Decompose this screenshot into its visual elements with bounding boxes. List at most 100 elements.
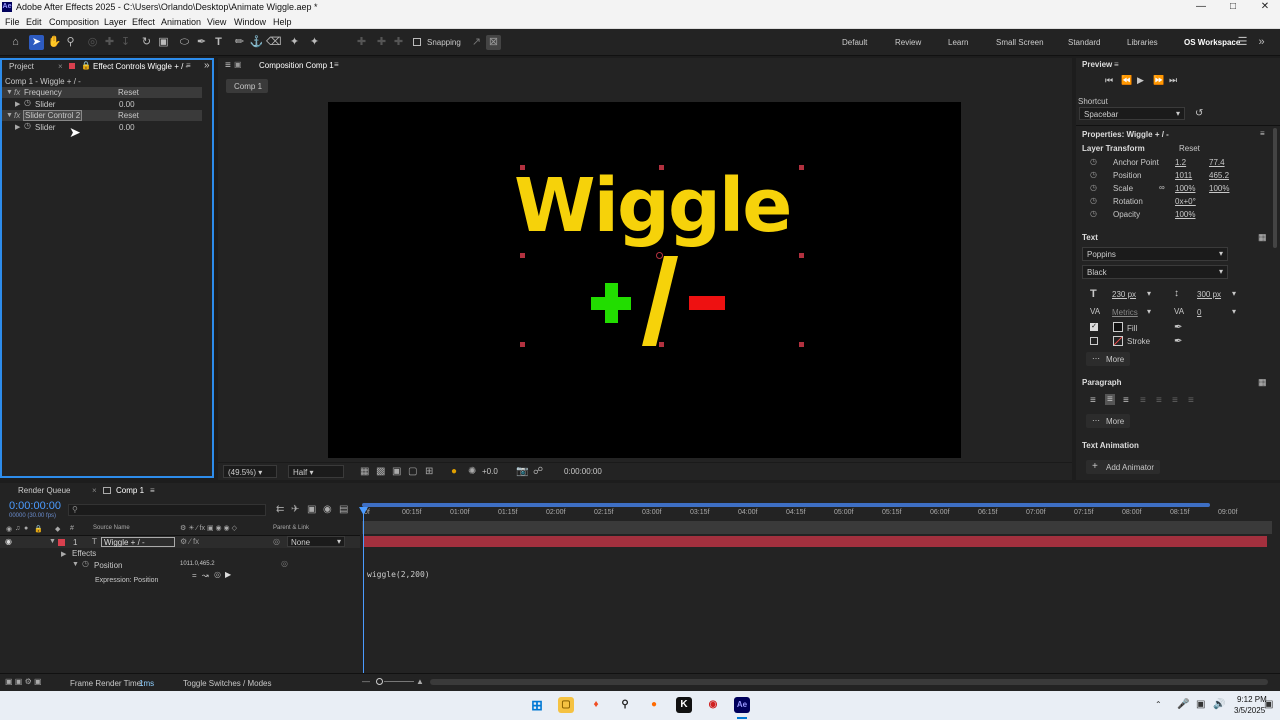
expand-panels-icon[interactable]: » [204, 60, 210, 71]
toggle-switches-modes[interactable]: Toggle Switches / Modes [183, 679, 272, 688]
next-frame-icon[interactable]: ⏩ [1153, 75, 1164, 86]
menu-layer[interactable]: Layer [104, 17, 127, 27]
region-of-interest-icon[interactable]: ▢ [408, 466, 417, 477]
layer-duration-bar[interactable] [364, 536, 1267, 547]
chevron-down-icon[interactable]: ▼ [6, 112, 13, 119]
mask-visibility-icon[interactable]: ▣ [392, 466, 401, 477]
work-area-bar[interactable] [362, 503, 1210, 507]
transform-handle[interactable] [520, 253, 525, 258]
workspace-learn[interactable]: Learn [948, 38, 968, 47]
viewer-timecode[interactable]: 0:00:00:00 [564, 467, 602, 476]
pan-camera-icon[interactable]: ✚ [102, 35, 117, 50]
position-prop-value[interactable]: 1011.0,465.2 [180, 561, 215, 567]
menu-file[interactable]: File [5, 17, 20, 27]
last-frame-icon[interactable]: ⏭ [1169, 75, 1177, 86]
panel-menu-icon[interactable]: ≡ [225, 60, 231, 71]
expression-graph-icon[interactable]: ↝ [202, 571, 209, 580]
font-style-dropdown[interactable]: Black ▾ [1082, 265, 1228, 279]
selection-tool-icon[interactable]: ➤ [29, 35, 44, 50]
zoom-slider-track[interactable] [384, 681, 414, 682]
snapshot-icon[interactable]: 📷 [516, 466, 528, 477]
file-explorer-icon[interactable]: ▢ [558, 697, 574, 713]
workspace-standard[interactable]: Standard [1068, 38, 1100, 47]
graph-editor-icon[interactable]: ▤ [339, 504, 348, 515]
render-toggle-icons[interactable]: ▣ ▣ ⚙ ▣ [5, 677, 42, 686]
justify-left-icon[interactable]: ≡ [1140, 395, 1146, 406]
tray-overflow-icon[interactable]: ⌃ [1155, 700, 1162, 709]
audio-toggle-icon[interactable]: ♫ [15, 525, 20, 532]
slider-value-slider-control-2[interactable]: 0.00 [119, 123, 135, 132]
microphone-icon[interactable]: 🎤 [1177, 699, 1189, 710]
transform-handle[interactable] [520, 165, 525, 170]
justify-right-icon[interactable]: ≡ [1172, 395, 1178, 406]
color-channels-icon[interactable]: ● [451, 466, 457, 477]
menu-help[interactable]: Help [273, 17, 292, 27]
reset-link-slider-control-2[interactable]: Reset [118, 111, 139, 120]
align-center-icon[interactable]: ≡ [1105, 394, 1115, 405]
snapping-checkbox[interactable] [413, 38, 421, 46]
font-size-value[interactable]: 230 px [1112, 290, 1136, 299]
solo-toggle-icon[interactable]: ● [24, 525, 28, 532]
play-icon[interactable]: ▶ [1137, 75, 1144, 86]
rotate-tool-icon[interactable]: ↻ [139, 35, 154, 50]
brave-browser-icon[interactable]: ♦ [588, 697, 604, 713]
prev-frame-icon[interactable]: ⏪ [1121, 75, 1132, 86]
more-workspaces-icon[interactable]: » [1254, 35, 1269, 50]
menu-effect[interactable]: Effect [132, 17, 155, 27]
effects-group-label[interactable]: Effects [72, 549, 96, 558]
properties-menu-icon[interactable]: ≡ [1260, 129, 1265, 138]
tab-comp-1[interactable]: Comp 1 [116, 486, 144, 495]
source-name-column[interactable]: Source Name [93, 525, 130, 531]
align-left-icon[interactable]: ≡ [1090, 395, 1096, 406]
lock-column-icon[interactable]: 🔒 [34, 525, 43, 533]
shy-layers-icon[interactable]: ▣ [307, 504, 316, 515]
fill-eyedropper-icon[interactable]: ✒ [1174, 322, 1182, 333]
fast-preview-icon[interactable]: ▦ [360, 466, 369, 477]
transparency-grid-icon[interactable]: ▩ [376, 466, 385, 477]
stroke-eyedropper-icon[interactable]: ✒ [1174, 336, 1182, 347]
search-app-icon[interactable]: ⚲ [617, 697, 633, 713]
transform-handle[interactable] [799, 253, 804, 258]
zoom-out-icon[interactable]: — [362, 677, 370, 686]
chevron-down-icon[interactable]: ▼ [49, 538, 56, 545]
fill-swatch[interactable] [1113, 322, 1123, 332]
puppet-pin-icon[interactable]: ✦ [307, 35, 322, 50]
parent-link-column[interactable]: Parent & Link [273, 525, 309, 531]
chevron-right-icon[interactable]: ▶ [15, 100, 20, 108]
k-app-icon[interactable]: K [676, 697, 692, 713]
label-column-icon[interactable]: ◆ [55, 525, 60, 533]
scale-x-value[interactable]: 100% [1175, 184, 1195, 193]
position-y-value[interactable]: 465.2 [1209, 171, 1229, 180]
opacity-value[interactable]: 100% [1175, 210, 1195, 219]
workspace-default[interactable]: Default [842, 38, 867, 47]
composition-viewer[interactable]: Wiggle [328, 102, 961, 458]
text-section-menu-icon[interactable]: ▦ [1258, 232, 1267, 243]
stopwatch-icon[interactable]: ◷ [1090, 170, 1097, 179]
comp-mini-flowchart-icon[interactable]: ⇇ [276, 504, 284, 515]
expression-language-icon[interactable]: ▶ [225, 570, 231, 579]
tab-menu-icon[interactable]: ≡ [334, 60, 339, 69]
close-icon[interactable]: ✕ [1250, 1, 1280, 14]
lock-icon[interactable]: 🔒 [81, 61, 91, 70]
timeline-timecode[interactable]: 0:00:00:00 [9, 500, 61, 512]
workspace-libraries[interactable]: Libraries [1127, 38, 1158, 47]
anchor-y-value[interactable]: 77.4 [1209, 158, 1225, 167]
exposure-reset-icon[interactable]: ✺ [468, 466, 476, 477]
resolution-dropdown[interactable]: Half ▾ [288, 465, 344, 478]
parent-dropdown[interactable]: None ▾ [287, 536, 345, 547]
expression-enable-icon[interactable]: = [192, 571, 197, 580]
time-ruler[interactable]: 0f 00:15f 01:00f 01:15f 02:00f 02:15f 03… [362, 509, 1272, 519]
kerning-chevron-icon[interactable]: ▾ [1147, 307, 1151, 316]
comp-chip[interactable]: Comp 1 [226, 79, 268, 93]
ellipse-tool-icon[interactable]: ⬭ [177, 35, 192, 50]
tracking-value[interactable]: 0 [1197, 308, 1201, 317]
switches-column-icons[interactable]: ⚙ ☀ ∕ fx ▣ ◉ ◉ ◇ [180, 524, 237, 532]
tracking-chevron-icon[interactable]: ▾ [1232, 307, 1236, 316]
preview-menu-icon[interactable]: ≡ [1114, 60, 1119, 69]
stopwatch-icon[interactable]: ◷ [82, 559, 89, 568]
text-more-button[interactable]: ⋯ More [1086, 352, 1130, 366]
zoom-slider-thumb[interactable] [376, 678, 383, 685]
transform-handle[interactable] [799, 165, 804, 170]
show-snapshot-icon[interactable]: ☍ [533, 466, 543, 477]
layer-switches-icons[interactable]: ⚙ ∕ fx [180, 537, 199, 546]
